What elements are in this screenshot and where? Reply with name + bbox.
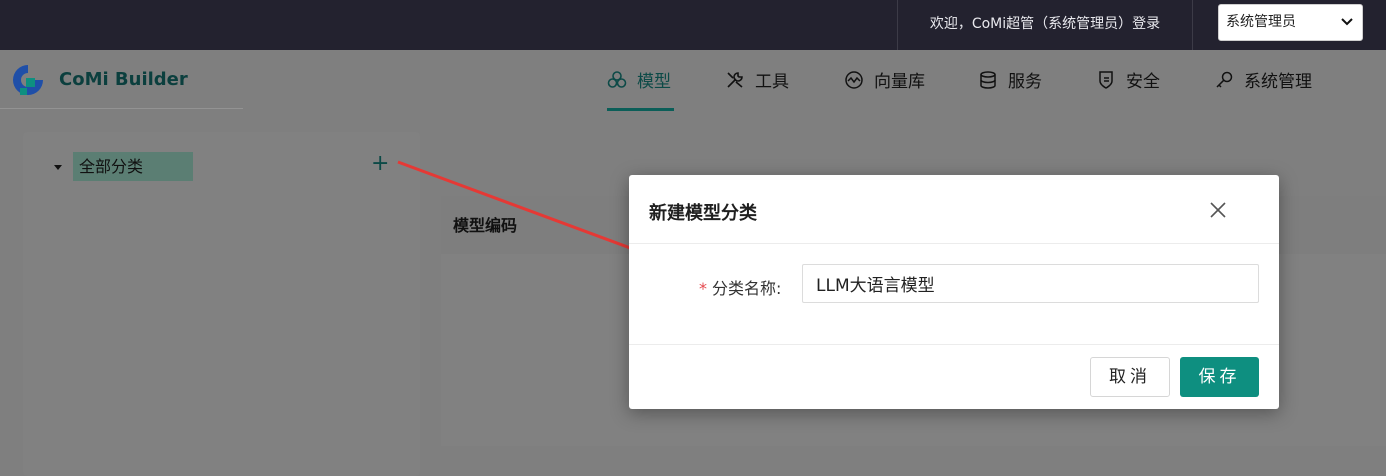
role-select-value: 系统管理员	[1226, 14, 1296, 30]
nav-item-system[interactable]: 系统管理	[1214, 50, 1312, 109]
category-name-label-text: 分类名称:	[712, 279, 782, 298]
category-name-label: * 分类名称:	[699, 275, 781, 299]
nav-item-security[interactable]: 安全	[1096, 50, 1160, 109]
brand-name: CoMi Builder	[59, 69, 188, 90]
app-header: CoMi Builder 模型 工具 向量库 服务 安全 系统管理	[0, 50, 1386, 109]
dialog-title: 新建模型分类	[649, 203, 757, 224]
shield-icon	[1099, 70, 1113, 89]
nav-label-vector: 向量库	[874, 72, 925, 92]
dialog-footer-divider	[629, 344, 1279, 345]
nav-item-service[interactable]: 服务	[978, 50, 1042, 109]
key-icon	[1216, 71, 1233, 88]
tools-icon	[727, 71, 743, 88]
category-name-input[interactable]	[802, 264, 1259, 303]
logo-icon	[13, 65, 43, 95]
nav-label-service: 服务	[1008, 72, 1042, 92]
add-category-button[interactable]: +	[371, 151, 389, 177]
caret-down-icon[interactable]	[54, 165, 62, 170]
welcome-text: 欢迎，CoMi超管（系统管理员）登录	[897, 0, 1193, 50]
chevron-down-icon	[1341, 18, 1353, 26]
save-button[interactable]: 保存	[1180, 357, 1259, 397]
vector-icon	[845, 70, 863, 89]
cancel-button[interactable]: 取消	[1090, 357, 1170, 397]
close-icon[interactable]	[1209, 201, 1227, 219]
required-mark: *	[699, 279, 707, 298]
nav-item-vector[interactable]: 向量库	[844, 50, 925, 109]
tree-node-all-categories[interactable]: 全部分类	[73, 152, 193, 181]
column-header-model-code: 模型编码	[453, 216, 518, 235]
database-icon	[980, 70, 996, 89]
nav-label-model: 模型	[637, 72, 671, 92]
nav-active-indicator	[607, 108, 674, 111]
top-bar: 欢迎，CoMi超管（系统管理员）登录 系统管理员	[0, 0, 1386, 50]
brand[interactable]: CoMi Builder	[0, 50, 243, 109]
nav-label-system: 系统管理	[1244, 72, 1312, 92]
role-select[interactable]: 系统管理员	[1218, 4, 1363, 41]
nav-label-security: 安全	[1126, 72, 1160, 92]
nav-item-tools[interactable]: 工具	[725, 50, 789, 109]
new-category-dialog: 新建模型分类 * 分类名称: 取消 保存	[629, 175, 1279, 409]
dialog-divider	[629, 243, 1279, 244]
model-icon	[607, 70, 627, 88]
nav-item-model[interactable]: 模型	[607, 50, 671, 109]
nav-label-tools: 工具	[755, 72, 789, 92]
category-panel	[23, 132, 420, 476]
